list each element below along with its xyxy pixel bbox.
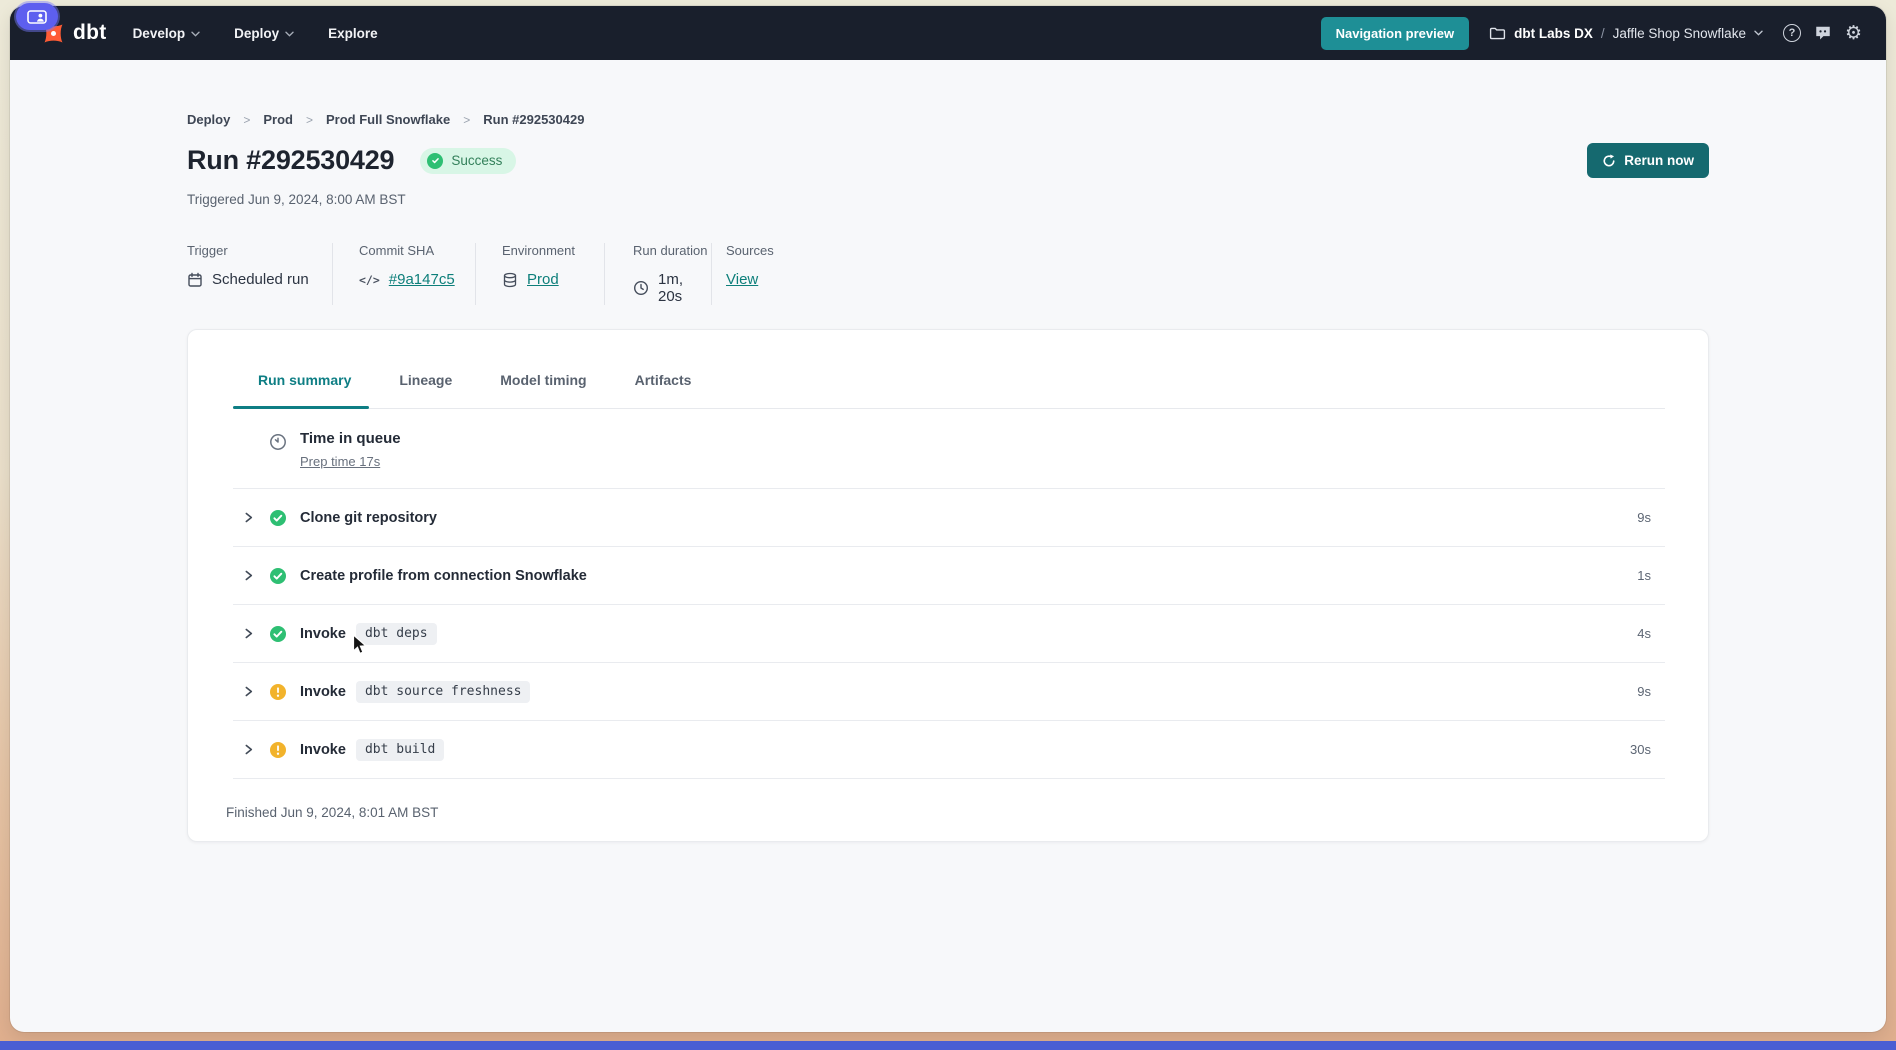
success-check-icon <box>427 153 443 169</box>
folder-icon <box>1489 25 1506 42</box>
account-separator: / <box>1601 26 1605 41</box>
meta-label: Trigger <box>187 243 332 258</box>
meta-link[interactable]: Prod <box>527 271 559 288</box>
app-window: dbt Develop Deploy Explore Navigation pr… <box>10 6 1886 1032</box>
meta-label: Run duration <box>633 243 711 258</box>
breadcrumb-item[interactable]: Prod <box>263 112 293 127</box>
status-success-icon <box>269 567 287 585</box>
account-name: dbt Labs DX <box>1514 26 1593 41</box>
chevron-right-icon[interactable] <box>242 685 255 698</box>
screen-share-icon <box>27 10 47 24</box>
rerun-now-button[interactable]: Rerun now <box>1587 143 1709 178</box>
step-duration: 9s <box>1637 684 1651 699</box>
bottom-desktop-strip <box>0 1041 1896 1050</box>
step-row[interactable]: Invoke dbt build 30s <box>233 721 1665 779</box>
dbt-logo-text: dbt <box>73 21 107 45</box>
step-duration: 30s <box>1630 742 1651 757</box>
queue-title: Time in queue <box>300 430 401 447</box>
breadcrumb-item[interactable]: Deploy <box>187 112 230 127</box>
step-row[interactable]: Invoke dbt deps 4s <box>233 605 1665 663</box>
breadcrumb: Deploy > Prod > Prod Full Snowflake > Run #292… <box>187 60 1709 127</box>
navigation-preview-button[interactable]: Navigation preview <box>1321 17 1469 50</box>
chevron-right-icon[interactable] <box>242 743 255 756</box>
chevron-down-icon <box>1754 30 1763 36</box>
step-label: Clone git repository <box>300 510 437 526</box>
time-in-queue-row: Time in queue Prep time 17s <box>233 409 1665 489</box>
queue-clock-icon <box>269 433 287 451</box>
main-nav: Develop Deploy Explore <box>133 26 378 41</box>
database-icon <box>502 272 518 288</box>
meta-link[interactable]: #9a147c5 <box>389 271 455 288</box>
step-list: Clone git repository 9s Create profile f… <box>233 489 1665 779</box>
clock-icon <box>633 280 649 296</box>
step-duration: 4s <box>1637 626 1651 641</box>
tab-lineage[interactable]: Lineage <box>397 364 454 408</box>
meta-value: 1m, 20s <box>658 271 711 305</box>
meta-column: Sources View <box>711 243 774 305</box>
meta-column: Commit SHA </> #9a147c5 <box>332 243 475 305</box>
breadcrumb-separator-icon: > <box>306 113 313 127</box>
status-warning-icon <box>269 741 287 759</box>
page-title: Run #292530429 <box>187 145 394 176</box>
step-label: Create profile from connection Snowflake <box>300 568 587 584</box>
breadcrumb-item[interactable]: Run #292530429 <box>483 112 584 127</box>
browser-extension-badge[interactable] <box>16 3 58 30</box>
step-command: dbt source freshness <box>356 681 531 703</box>
run-detail-page: Deploy > Prod > Prod Full Snowflake > Run #292… <box>187 60 1709 842</box>
chevron-right-icon[interactable] <box>242 569 255 582</box>
gear-icon[interactable]: ⚙ <box>1845 24 1862 43</box>
nav-item-develop[interactable]: Develop <box>133 26 201 41</box>
tab-bar: Run summary Lineage Model timing Artifacts <box>233 364 1665 409</box>
step-command: dbt deps <box>356 623 437 645</box>
status-success-icon <box>269 625 287 643</box>
step-row[interactable]: Clone git repository 9s <box>233 489 1665 547</box>
tab-run-summary[interactable]: Run summary <box>256 364 353 408</box>
step-label: Invoke <box>300 626 346 642</box>
prep-time-link[interactable]: Prep time 17s <box>300 454 380 469</box>
meta-value: Scheduled run <box>212 271 309 288</box>
help-icon[interactable]: ? <box>1783 24 1801 42</box>
meta-label: Environment <box>502 243 604 258</box>
tab-artifacts[interactable]: Artifacts <box>633 364 694 408</box>
project-name: Jaffle Shop Snowflake <box>1613 26 1746 41</box>
code-icon: </> <box>359 273 380 287</box>
top-navigation-bar: dbt Develop Deploy Explore Navigation pr… <box>10 6 1886 60</box>
step-row[interactable]: Invoke dbt source freshness 9s <box>233 663 1665 721</box>
status-success-icon <box>269 509 287 527</box>
calendar-icon <box>187 272 203 288</box>
meta-column: Environment Prod <box>475 243 604 305</box>
breadcrumb-separator-icon: > <box>243 113 250 127</box>
tab-model-timing[interactable]: Model timing <box>498 364 588 408</box>
step-duration: 1s <box>1637 568 1651 583</box>
chevron-right-icon[interactable] <box>242 627 255 640</box>
rerun-icon <box>1602 154 1616 168</box>
account-project-switcher[interactable]: dbt Labs DX / Jaffle Shop Snowflake <box>1489 25 1763 42</box>
status-warning-icon <box>269 683 287 701</box>
step-row[interactable]: Create profile from connection Snowflake… <box>233 547 1665 605</box>
meta-link[interactable]: View <box>726 271 758 288</box>
finished-timestamp: Finished Jun 9, 2024, 8:01 AM BST <box>226 779 1665 820</box>
step-command: dbt build <box>356 739 444 761</box>
feedback-chat-icon[interactable] <box>1814 24 1832 42</box>
step-label: Invoke <box>300 742 346 758</box>
nav-item-explore[interactable]: Explore <box>328 26 378 41</box>
breadcrumb-item[interactable]: Prod Full Snowflake <box>326 112 450 127</box>
meta-column: Run duration 1m, 20s <box>604 243 711 305</box>
chevron-right-icon[interactable] <box>242 511 255 524</box>
breadcrumb-separator-icon: > <box>463 113 470 127</box>
meta-label: Commit SHA <box>359 243 475 258</box>
meta-column: Trigger Scheduled run <box>187 243 332 305</box>
run-meta-row: Trigger Scheduled run Commit SHA </> #9a… <box>187 243 1709 305</box>
nav-item-deploy[interactable]: Deploy <box>234 26 294 41</box>
status-badge: Success <box>420 148 516 174</box>
step-label: Invoke <box>300 684 346 700</box>
triggered-timestamp: Triggered Jun 9, 2024, 8:00 AM BST <box>187 192 1709 207</box>
meta-label: Sources <box>726 243 774 258</box>
status-badge-label: Success <box>451 153 502 168</box>
run-summary-card: Run summaryLineageModel timingArtifacts … <box>187 329 1709 842</box>
step-duration: 9s <box>1637 510 1651 525</box>
